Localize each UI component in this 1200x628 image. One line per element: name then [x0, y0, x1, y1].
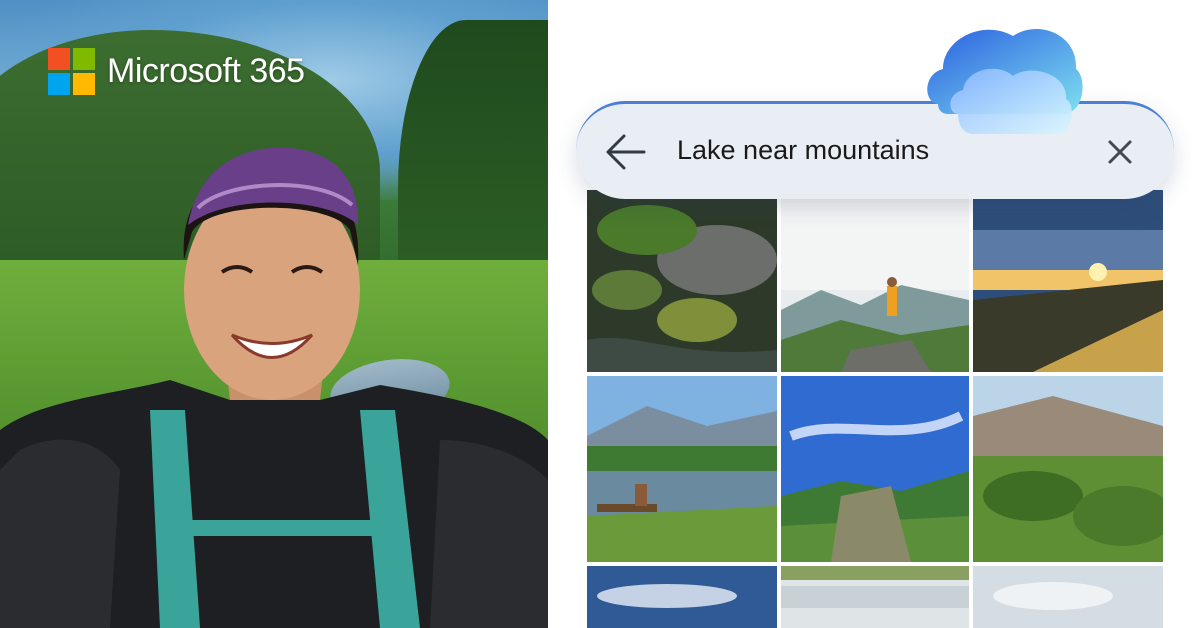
blue-sky-valley-photo[interactable]	[781, 376, 969, 562]
microsoft-logo-icon	[48, 48, 95, 95]
photo-results-grid	[587, 190, 1163, 628]
search-query[interactable]: Lake near mountains	[677, 135, 929, 166]
cloudy-sky-photo[interactable]	[587, 566, 777, 628]
mossy-stream-photo[interactable]	[587, 190, 777, 372]
bright-water-photo[interactable]	[781, 566, 969, 628]
green-hills-photo[interactable]	[973, 376, 1163, 562]
hero-photo: Microsoft 365	[0, 0, 548, 628]
onedrive-cloud-icon	[927, 28, 1083, 134]
lake-bench-reader-photo[interactable]	[587, 376, 777, 562]
pale-sky-photo[interactable]	[973, 566, 1163, 628]
hiker-summit-photo[interactable]	[781, 190, 969, 372]
microsoft-365-logo: Microsoft 365	[48, 48, 305, 95]
back-arrow-icon[interactable]	[606, 134, 646, 170]
logo-text: Microsoft 365	[107, 52, 305, 90]
coastal-sunset-photo[interactable]	[973, 190, 1163, 372]
close-icon[interactable]	[1106, 138, 1134, 166]
